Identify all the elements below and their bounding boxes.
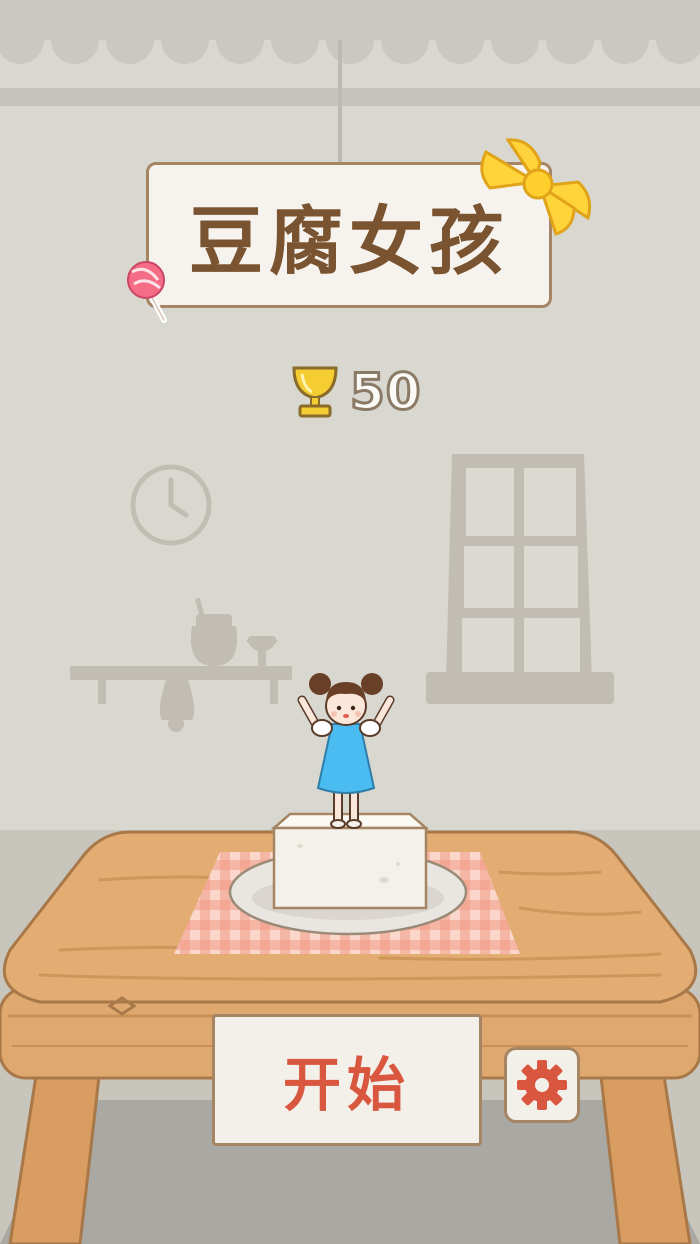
gear-icon <box>517 1060 567 1110</box>
tofu-girl-character <box>297 673 395 829</box>
start-button-label: 开始 <box>282 1051 411 1119</box>
game-title: 豆腐女孩 <box>189 198 509 285</box>
trophy-icon <box>292 366 338 418</box>
lollipop-icon <box>127 261 167 323</box>
settings-button[interactable] <box>504 1047 580 1123</box>
bow-icon <box>480 138 592 236</box>
best-score: 50 <box>290 362 423 423</box>
start-button[interactable]: 开始 <box>212 1014 482 1146</box>
best-score-value: 50 <box>349 362 423 423</box>
